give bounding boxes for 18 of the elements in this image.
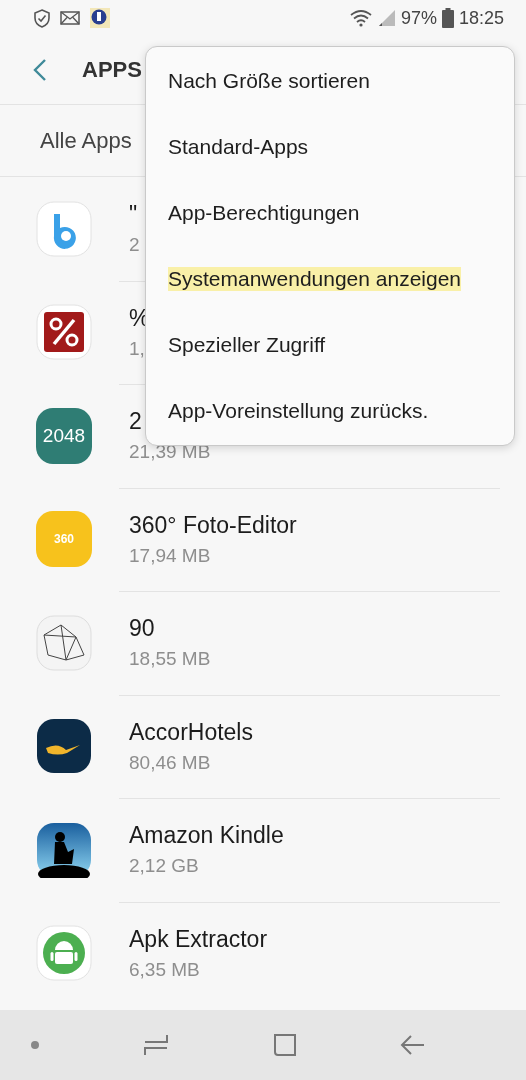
app-size: 6,35 MB: [129, 958, 201, 981]
clock: 18:25: [458, 7, 504, 29]
app-name: Amazon Kindle: [129, 822, 284, 850]
app-size: 17,94 MB: [129, 544, 212, 567]
app-name: 90: [129, 615, 156, 643]
page-title: APPS: [82, 57, 142, 83]
icon-label: 360: [54, 532, 74, 547]
app-size: 18,55 MB: [129, 648, 211, 671]
app-size: 2,12 GB: [129, 855, 200, 878]
app-name: ": [129, 201, 139, 229]
app-size: 1,: [129, 337, 146, 360]
icon-label: 2048: [42, 424, 86, 447]
app-size: 80,46 MB: [129, 751, 212, 774]
app-name: Apk Extractor: [129, 925, 268, 953]
app-size: 2: [129, 234, 140, 257]
app-name: AccorHotels: [129, 718, 253, 746]
battery-percent: 97%: [400, 7, 437, 29]
app-name: 360° Foto-Editor: [129, 511, 297, 539]
